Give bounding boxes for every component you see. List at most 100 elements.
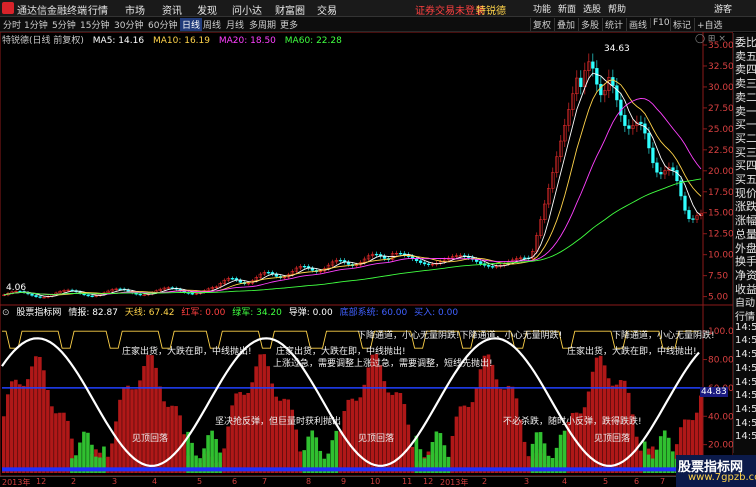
period-30min[interactable]: 30分钟 (114, 18, 143, 31)
red-army-bar (610, 385, 615, 473)
menu-item-bangzhu[interactable]: 帮助 (608, 2, 626, 15)
menu-item-gongneng[interactable]: 功能 (533, 2, 551, 15)
period-more[interactable]: 更多 (280, 18, 298, 31)
red-army-bar (490, 364, 495, 473)
candle-body (266, 272, 271, 274)
red-army-bar (118, 399, 122, 473)
red-army-bar (26, 379, 30, 473)
login-status[interactable]: 证券交易未登录 (415, 2, 485, 17)
period-fenshi[interactable]: 分时 (3, 18, 21, 31)
btn-add-favorite[interactable]: +自选 (694, 18, 723, 31)
menu-item-shichang[interactable]: 市场 (125, 2, 145, 17)
btn-fuquan[interactable]: 复权 (530, 18, 551, 31)
chart-title: 特锐德(日线 前复权) (2, 36, 84, 46)
red-army-bar (138, 380, 142, 473)
btn-huaxian[interactable]: 画线 (626, 18, 647, 31)
red-army-bar (170, 405, 174, 473)
green-army-bar (438, 433, 443, 473)
red-army-bar (274, 396, 278, 473)
y-tick-label: 17.50 (708, 188, 733, 198)
period-weekly[interactable]: 周线 (203, 18, 221, 31)
main-chart-info: 特锐德(日线 前复权) MA5: 14.16 MA10: 16.19 MA20:… (0, 33, 348, 46)
date-label: 4 (562, 477, 568, 486)
period-daily[interactable]: 日线 (180, 18, 203, 31)
date-label: 2013年 (2, 478, 31, 487)
green-army-bar (310, 430, 315, 473)
chart-window-controls[interactable]: ◯ ⊞ × (695, 34, 726, 44)
red-army-bar (246, 393, 250, 473)
guest-label[interactable]: 游客 (714, 2, 732, 15)
red-army-bar (30, 366, 34, 473)
menu-item-zixun[interactable]: 资讯 (162, 2, 182, 17)
period-15min[interactable]: 15分钟 (80, 18, 109, 31)
red-army-bar (234, 393, 238, 473)
ma5-label: MA5: 14.16 (92, 36, 145, 46)
red-army-bar (158, 386, 162, 473)
sub-y-tick-label: 20.00 (708, 441, 733, 451)
candle-body (302, 266, 307, 268)
red-army-bar (502, 389, 507, 473)
menu-item-wenxiaoda[interactable]: 问小达 (232, 2, 262, 17)
red-army-bar (126, 385, 130, 473)
btn-tongji[interactable]: 统计 (602, 18, 623, 31)
menu-item-faxian[interactable]: 发现 (197, 2, 217, 17)
annotation-6: 上涨过急，需要调整上涨过急，需要调整，短线先抛出! (273, 359, 493, 369)
candle-body (86, 294, 90, 297)
red-army-bar (482, 355, 487, 473)
buy-band (2, 467, 703, 472)
date-label: 8 (306, 477, 312, 486)
candle-body (627, 125, 631, 129)
menu-item-caifuquan[interactable]: 财富圈 (275, 2, 305, 17)
btn-biaoji[interactable]: 标记 (670, 18, 691, 31)
period-5min[interactable]: 5分钟 (52, 18, 76, 31)
menu-item-xuangu[interactable]: 选股 (583, 2, 601, 15)
period-multi[interactable]: 多周期 (249, 18, 276, 31)
date-label: 7 (262, 477, 268, 486)
red-army-bar (154, 367, 158, 473)
info-hongjun: 红军: 0.00 (181, 308, 226, 318)
candle-body (338, 259, 343, 262)
candle-body (639, 121, 643, 125)
sub-chart-icon[interactable]: ⊙ (2, 308, 10, 318)
red-army-bar (294, 429, 299, 473)
red-army-bar (122, 387, 126, 473)
site-watermark: 股票指标网 www.7gpzb.com (676, 455, 756, 487)
side-panel-item: 14:5 (735, 349, 756, 361)
side-panel-item: 14:5 (735, 431, 756, 443)
kline-chart[interactable]: 35.0032.5030.0027.5025.0022.5020.0017.50… (0, 32, 733, 476)
btn-diejia[interactable]: 叠加 (554, 18, 575, 31)
red-army-bar (66, 420, 70, 473)
red-army-bar (50, 406, 54, 473)
date-label: 3 (524, 477, 530, 486)
red-army-bar (238, 392, 242, 473)
annotation-11: 见顶回落 (594, 434, 631, 444)
candle-body (623, 114, 627, 126)
menu-item-jiaoyi[interactable]: 交易 (317, 2, 337, 17)
menu-bar: 通达信金融终端 行情 市场 资讯 发现 问小达 财富圈 交易 证券交易未登录 特… (0, 0, 756, 17)
red-army-bar (286, 399, 291, 473)
period-60min[interactable]: 60分钟 (148, 18, 177, 31)
y-tick-label: 5.00 (708, 293, 728, 303)
red-army-bar (282, 398, 287, 473)
red-army-bar (42, 370, 46, 473)
candle-body (382, 256, 387, 259)
menu-item-xinmian[interactable]: 新面 (558, 2, 576, 15)
indicator-name: 股票指标网 (16, 308, 62, 318)
candle-body (310, 267, 315, 271)
date-label: 10 (370, 477, 381, 486)
period-monthly[interactable]: 月线 (226, 18, 244, 31)
candle-body (647, 132, 651, 149)
annotation-4: 下降通道，小心无量阴跌!下降通道，小心无量阴跌! (357, 331, 563, 341)
red-army-bar (374, 353, 379, 473)
candle-body (523, 257, 527, 259)
btn-duogu[interactable]: 多股 (578, 18, 599, 31)
y-tick-label: 32.50 (708, 62, 733, 72)
menu-item-hangqing[interactable]: 行情 (88, 2, 108, 17)
period-1min[interactable]: 1分钟 (24, 18, 48, 31)
date-label: 3 (112, 477, 118, 486)
candle-body (611, 77, 615, 86)
green-army-bar (534, 432, 539, 473)
candle-body (38, 296, 42, 298)
red-army-bar (506, 385, 511, 473)
btn-f10[interactable]: F10 (650, 18, 670, 28)
